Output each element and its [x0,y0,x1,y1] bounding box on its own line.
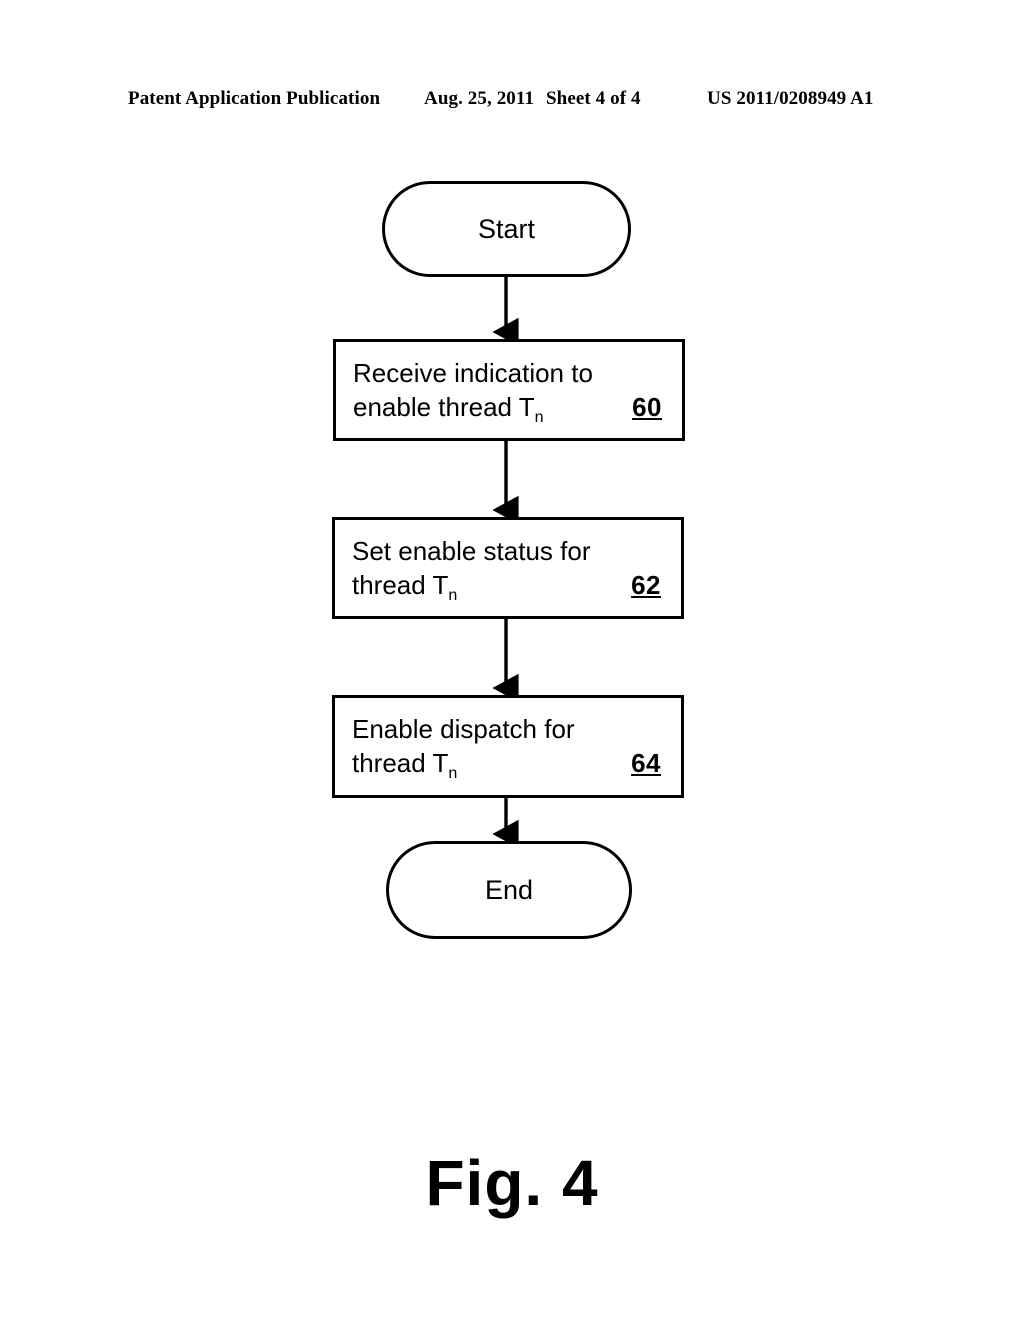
node-step62-line2-subscript: n [448,586,458,605]
node-step62-line2: thread Tn 62 [352,568,665,605]
node-start-label: Start [477,213,536,244]
flowchart-node-step62: Set enable status for thread Tn 62 [332,517,684,619]
node-step62-reference-numeral: 62 [631,569,661,600]
node-step60-text: Receive indication to enable thread Tn 60 [353,356,666,427]
node-step64-line1: Enable dispatch for [352,714,575,744]
node-step64-text: Enable dispatch for thread Tn 64 [352,712,665,783]
node-step60-line2-subscript: n [534,408,544,427]
node-step62-line2-prefix: thread T [352,570,449,600]
node-step60-reference-numeral: 60 [632,391,662,422]
node-end-label: End [484,874,534,905]
node-step60-line2: enable thread Tn 60 [353,390,666,427]
flowchart-node-step64: Enable dispatch for thread Tn 64 [332,695,684,798]
node-step60-line1: Receive indication to [353,358,593,388]
figure-caption: Fig. 4 [425,1147,599,1219]
flowchart-node-step60: Receive indication to enable thread Tn 60 [333,339,685,441]
node-step64-line2-prefix: thread T [352,748,449,778]
node-step60-line2-prefix: enable thread T [353,392,535,422]
node-step64-line2-subscript: n [448,764,458,783]
flowchart-node-start: Start [382,181,631,277]
node-step64-line2: thread Tn 64 [352,746,665,783]
node-step62-text: Set enable status for thread Tn 62 [352,534,665,605]
node-step64-reference-numeral: 64 [631,747,661,778]
node-step62-line1: Set enable status for [352,536,591,566]
flowchart-node-end: End [386,841,632,939]
